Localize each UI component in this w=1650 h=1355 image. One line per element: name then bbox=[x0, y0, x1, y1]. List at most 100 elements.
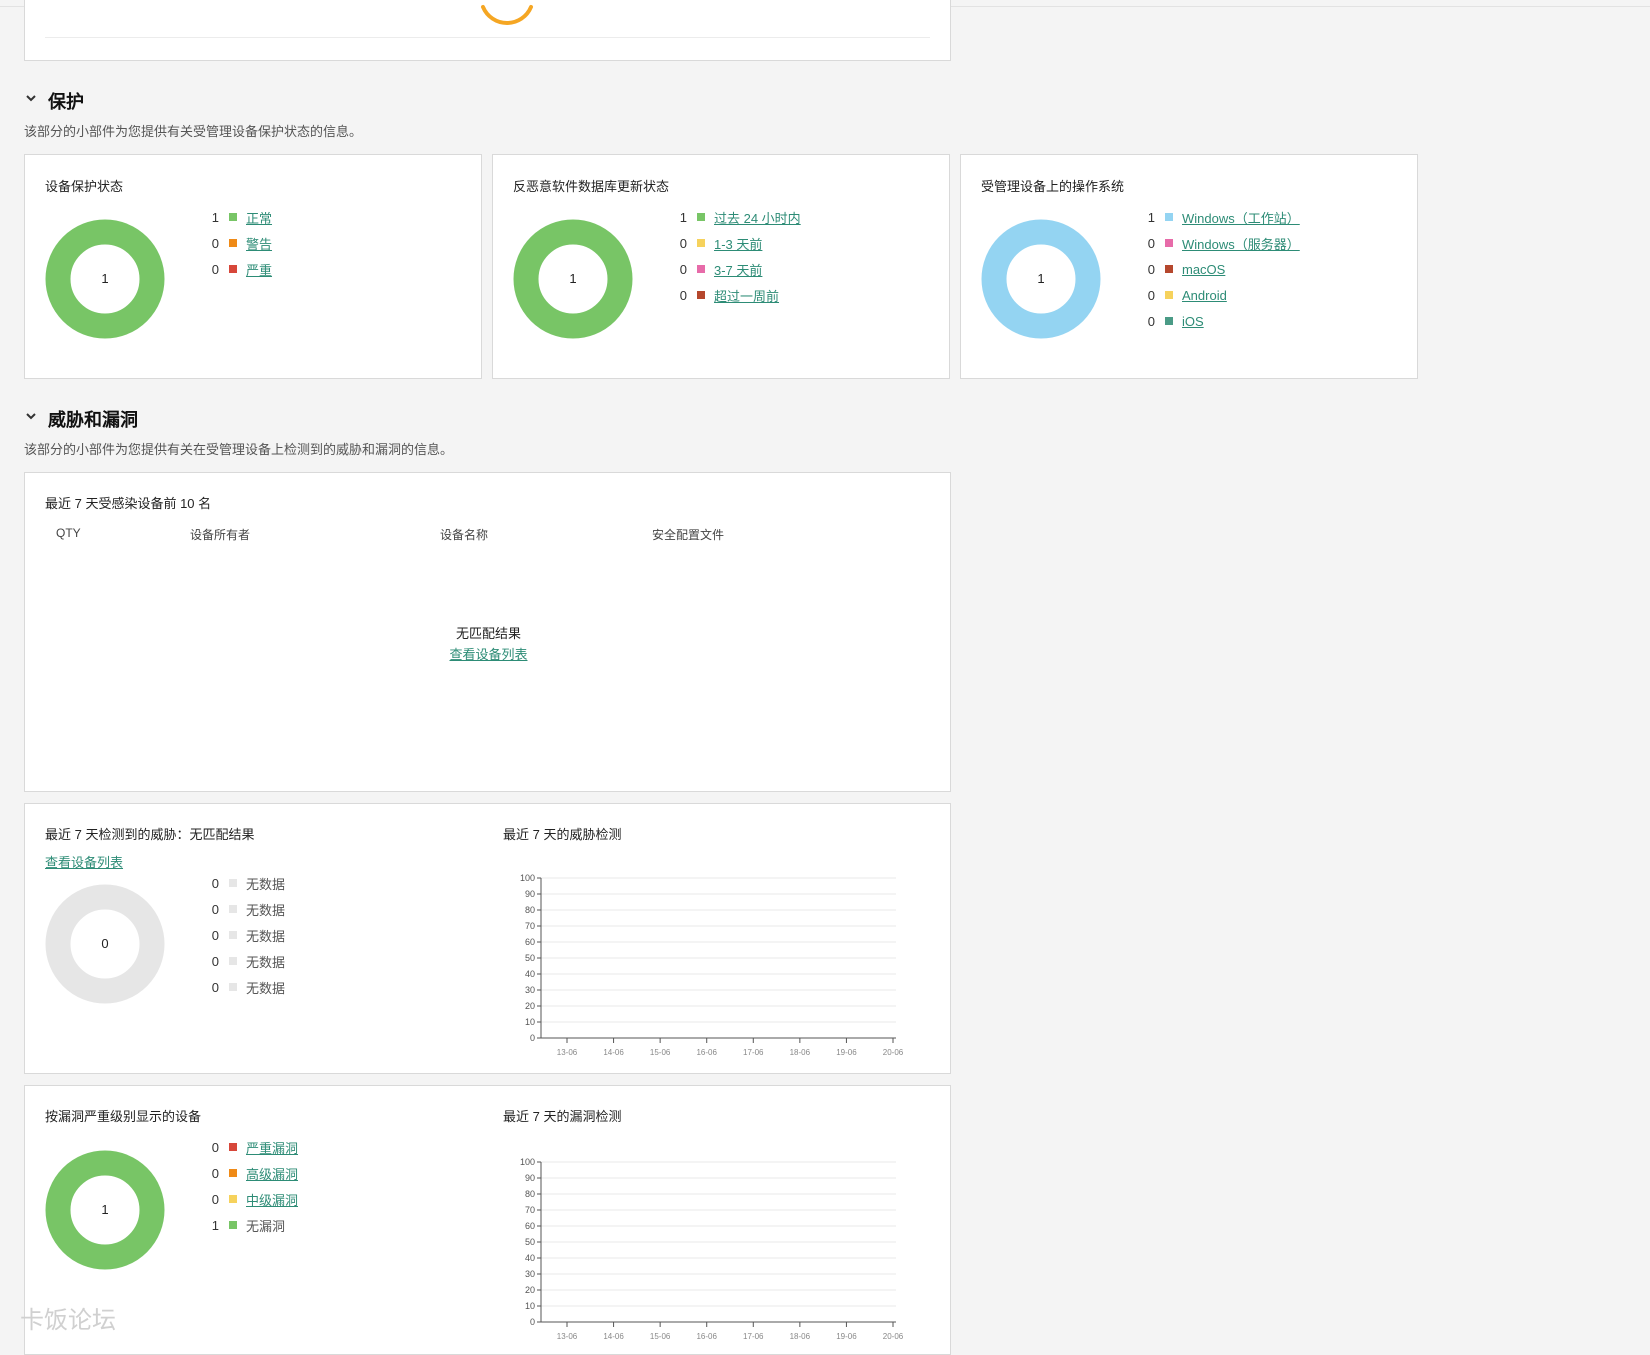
view-device-list-link[interactable]: 查看设备列表 bbox=[449, 647, 527, 662]
legend-label-no-vuln: 无漏洞 bbox=[246, 1218, 286, 1234]
donut-center-value: 1 bbox=[569, 271, 577, 286]
y-tick-label: 10 bbox=[525, 1017, 535, 1027]
x-tick-label: 17-06 bbox=[743, 1048, 764, 1057]
y-tick-label: 90 bbox=[525, 889, 535, 899]
legend-swatch bbox=[229, 957, 237, 965]
protection-status-legend: 1 正常 0 警告 0 严重 bbox=[205, 204, 272, 282]
legend-item: 0 无数据 bbox=[205, 922, 285, 948]
top10-infected-devices-widget: 最近 7 天受感染设备前 10 名 QTY 设备所有者 设备名称 安全配置文件 … bbox=[24, 472, 951, 792]
legend-count: 0 bbox=[1147, 235, 1155, 251]
legend-swatch bbox=[229, 1169, 237, 1177]
legend-item: 0 严重漏洞 bbox=[205, 1134, 298, 1160]
donut-center-value: 1 bbox=[101, 1202, 109, 1217]
legend-link-critical-vuln[interactable]: 严重漏洞 bbox=[246, 1138, 298, 1157]
legend-count: 0 bbox=[211, 953, 219, 969]
legend-count: 0 bbox=[1147, 313, 1155, 329]
detected-threats-donut: 0 bbox=[45, 884, 165, 1004]
legend-link-medium-vuln[interactable]: 中级漏洞 bbox=[246, 1190, 298, 1209]
legend-swatch bbox=[697, 239, 705, 247]
protection-section-desc: 该部分的小部件为您提供有关受管理设备保护状态的信息。 bbox=[24, 124, 363, 139]
protection-status-donut: 1 bbox=[45, 219, 165, 339]
x-tick-label: 16-06 bbox=[696, 1332, 717, 1341]
column-header-owner[interactable]: 设备所有者 bbox=[190, 526, 250, 543]
legend-item: 0 1-3 天前 bbox=[673, 230, 801, 256]
threats-section-desc: 该部分的小部件为您提供有关在受管理设备上检测到的威胁和漏洞的信息。 bbox=[24, 442, 454, 457]
view-device-list-link[interactable]: 查看设备列表 bbox=[45, 852, 123, 871]
widget-title: 按漏洞严重级别显示的设备 bbox=[45, 1109, 202, 1124]
legend-link-3-7-days[interactable]: 3-7 天前 bbox=[714, 260, 762, 279]
legend-count: 0 bbox=[679, 261, 687, 277]
vulnerability-donut: 1 bbox=[45, 1150, 165, 1270]
legend-swatch bbox=[1165, 239, 1173, 247]
y-tick-label: 50 bbox=[525, 1237, 535, 1247]
column-header-qty[interactable]: QTY bbox=[56, 526, 81, 540]
legend-link-critical[interactable]: 严重 bbox=[246, 260, 272, 279]
legend-label: 无数据 bbox=[246, 980, 286, 996]
legend-link-ios[interactable]: iOS bbox=[1182, 314, 1204, 329]
legend-item: 0 Windows（服务器） bbox=[1141, 230, 1300, 256]
widget-title: 设备保护状态 bbox=[45, 179, 124, 194]
watermark-text: 卡饭论坛 bbox=[20, 1307, 116, 1334]
legend-item: 0 警告 bbox=[205, 230, 272, 256]
y-tick-label: 80 bbox=[525, 905, 535, 915]
y-tick-label: 20 bbox=[525, 1285, 535, 1295]
previous-widget-card bbox=[24, 0, 951, 61]
legend-link-24h[interactable]: 过去 24 小时内 bbox=[714, 208, 801, 227]
legend-item: 0 严重 bbox=[205, 256, 272, 282]
legend-item: 0 超过一周前 bbox=[673, 282, 801, 308]
legend-link-windows-server[interactable]: Windows（服务器） bbox=[1182, 234, 1300, 253]
collapse-protection-chevron-icon[interactable] bbox=[24, 91, 38, 108]
legend-swatch bbox=[229, 905, 237, 913]
legend-count: 0 bbox=[211, 979, 219, 995]
legend-swatch bbox=[229, 1195, 237, 1203]
collapse-threats-chevron-icon[interactable] bbox=[24, 409, 38, 426]
y-tick-label: 30 bbox=[525, 985, 535, 995]
y-tick-label: 20 bbox=[525, 1001, 535, 1011]
x-tick-label: 17-06 bbox=[743, 1332, 764, 1341]
legend-count: 0 bbox=[211, 1165, 219, 1181]
legend-swatch bbox=[229, 879, 237, 887]
legend-item: 0 macOS bbox=[1141, 256, 1300, 282]
x-tick-label: 15-06 bbox=[650, 1048, 671, 1057]
os-legend: 1 Windows（工作站） 0 Windows（服务器） 0 macOS 0 … bbox=[1141, 204, 1300, 334]
legend-link-android[interactable]: Android bbox=[1182, 288, 1227, 303]
legend-item: 0 无数据 bbox=[205, 870, 285, 896]
legend-item: 0 Android bbox=[1141, 282, 1300, 308]
detected-threats-legend: 0 无数据 0 无数据 0 无数据 0 无数据 0 无数据 bbox=[205, 870, 285, 1000]
legend-item: 0 中级漏洞 bbox=[205, 1186, 298, 1212]
legend-link-windows-workstation[interactable]: Windows（工作站） bbox=[1182, 208, 1300, 227]
y-tick-label: 50 bbox=[525, 953, 535, 963]
os-donut: 1 bbox=[981, 219, 1101, 339]
x-tick-label: 16-06 bbox=[696, 1048, 717, 1057]
legend-swatch bbox=[229, 1143, 237, 1151]
legend-item: 0 高级漏洞 bbox=[205, 1160, 298, 1186]
db-status-legend: 1 过去 24 小时内 0 1-3 天前 0 3-7 天前 0 超过一周前 bbox=[673, 204, 801, 308]
legend-link-macos[interactable]: macOS bbox=[1182, 262, 1225, 277]
x-tick-label: 14-06 bbox=[603, 1048, 624, 1057]
widget-title: 受管理设备上的操作系统 bbox=[981, 179, 1125, 194]
vulnerability-legend: 0 严重漏洞 0 高级漏洞 0 中级漏洞 1 无漏洞 bbox=[205, 1134, 298, 1238]
widget-title: 最近 7 天受感染设备前 10 名 bbox=[45, 496, 212, 511]
legend-item: 0 3-7 天前 bbox=[673, 256, 801, 282]
legend-link-over-week[interactable]: 超过一周前 bbox=[714, 286, 779, 305]
y-tick-label: 30 bbox=[525, 1269, 535, 1279]
legend-label: 无数据 bbox=[246, 928, 286, 944]
legend-item: 1 过去 24 小时内 bbox=[673, 204, 801, 230]
x-tick-label: 13-06 bbox=[557, 1332, 578, 1341]
legend-link-high-vuln[interactable]: 高级漏洞 bbox=[246, 1164, 298, 1183]
column-header-security-profile[interactable]: 安全配置文件 bbox=[652, 526, 724, 543]
legend-item: 0 无数据 bbox=[205, 974, 285, 1000]
legend-count: 0 bbox=[211, 235, 219, 251]
donut-center-value: 0 bbox=[101, 936, 109, 951]
legend-link-1-3-days[interactable]: 1-3 天前 bbox=[714, 234, 762, 253]
column-header-device-name[interactable]: 设备名称 bbox=[440, 526, 488, 543]
legend-link-warning[interactable]: 警告 bbox=[246, 234, 272, 253]
legend-link-normal[interactable]: 正常 bbox=[246, 208, 272, 227]
y-tick-label: 60 bbox=[525, 937, 535, 947]
legend-count: 0 bbox=[211, 927, 219, 943]
legend-count: 1 bbox=[211, 1217, 219, 1233]
legend-item: 1 Windows（工作站） bbox=[1141, 204, 1300, 230]
y-tick-label: 0 bbox=[530, 1317, 535, 1327]
threats-section-title: 威胁和漏洞 bbox=[48, 410, 138, 430]
antimalware-db-status-widget: 反恶意软件数据库更新状态 1 1 过去 24 小时内 0 1-3 天前 0 3-… bbox=[492, 154, 950, 379]
